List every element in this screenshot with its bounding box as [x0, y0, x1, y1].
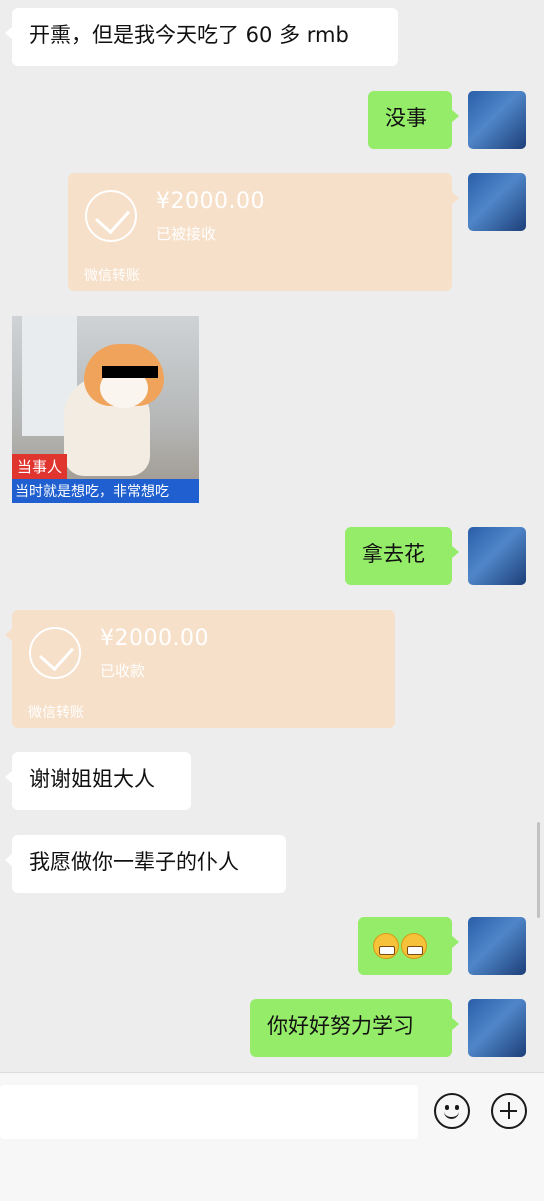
- grin-emoji: [373, 933, 399, 959]
- transfer-card-received[interactable]: ¥2000.00 已收款 微信转账: [5, 610, 395, 728]
- message-text: 谢谢姐姐大人: [29, 767, 155, 791]
- sticker-caption-top: 当事人: [12, 454, 68, 479]
- message-sent[interactable]: [358, 917, 459, 975]
- avatar[interactable]: [468, 527, 526, 585]
- input-bar: [0, 1072, 544, 1201]
- transfer-status: 已被接收: [156, 225, 217, 243]
- message-received[interactable]: 开熏，但是我今天吃了 60 多 rmb: [5, 8, 398, 66]
- transfer-status: 已收款: [100, 662, 146, 680]
- message-sent[interactable]: 你好好努力学习: [250, 999, 459, 1057]
- message-input[interactable]: [0, 1085, 418, 1139]
- message-text: 你好好努力学习: [267, 1014, 414, 1038]
- check-icon: [29, 627, 81, 679]
- message-text: 开熏，但是我今天吃了 60 多 rmb: [29, 23, 349, 47]
- message-sent[interactable]: 拿去花: [345, 527, 459, 585]
- message-sent[interactable]: 没事: [368, 91, 459, 149]
- message-received[interactable]: 谢谢姐姐大人: [5, 752, 191, 810]
- grin-emoji: [401, 933, 427, 959]
- sticker-caption-bottom: 当时就是想吃，非常想吃: [12, 479, 199, 503]
- avatar[interactable]: [468, 91, 526, 149]
- transfer-card-sent[interactable]: ¥2000.00 已被接收 微信转账: [68, 173, 459, 291]
- avatar[interactable]: [468, 173, 526, 231]
- scrollbar-thumb[interactable]: [537, 822, 540, 918]
- avatar[interactable]: [468, 917, 526, 975]
- avatar[interactable]: [468, 999, 526, 1057]
- message-text: 拿去花: [362, 542, 425, 566]
- transfer-amount: ¥2000.00: [100, 626, 209, 651]
- censor-bar: [102, 366, 158, 378]
- emoji-icon[interactable]: [434, 1093, 470, 1129]
- transfer-footer: 微信转账: [84, 268, 140, 284]
- message-text: 没事: [385, 106, 427, 130]
- plus-icon[interactable]: [491, 1093, 527, 1129]
- message-received[interactable]: 我愿做你一辈子的仆人: [5, 835, 286, 893]
- check-icon: [85, 190, 137, 242]
- transfer-amount: ¥2000.00: [156, 189, 265, 214]
- transfer-footer: 微信转账: [28, 705, 84, 721]
- sticker-image[interactable]: 当事人 当时就是想吃，非常想吃: [12, 316, 199, 503]
- message-text: 我愿做你一辈子的仆人: [29, 850, 239, 874]
